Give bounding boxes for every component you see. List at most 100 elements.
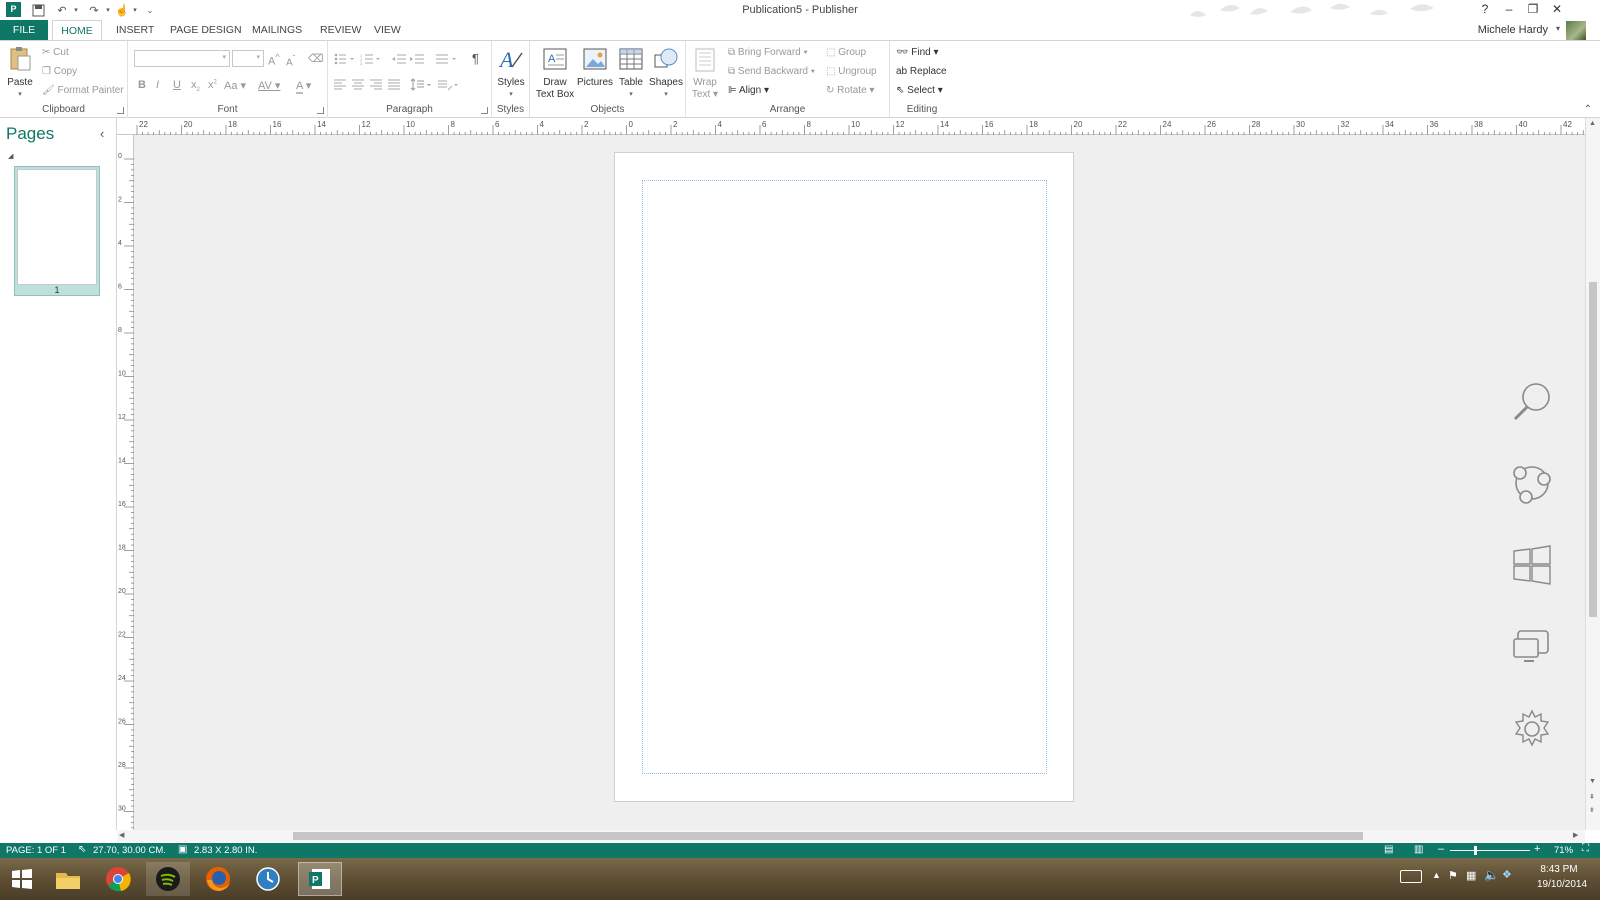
select-button[interactable]: ⇖ Select ▾: [896, 85, 943, 96]
clipboard-launcher-icon[interactable]: [117, 107, 124, 114]
tab-page-design[interactable]: PAGE DESIGN: [162, 20, 250, 41]
workspace[interactable]: [134, 135, 1585, 830]
align-left-icon[interactable]: [334, 79, 346, 90]
previous-page-icon[interactable]: ⇞: [1589, 793, 1595, 801]
vertical-scrollbar[interactable]: ▲ ▼ ⇞ ⇟: [1585, 118, 1600, 830]
section-expander-icon[interactable]: ◢: [8, 152, 13, 160]
zoom-level[interactable]: 71%: [1554, 845, 1573, 856]
bold-button[interactable]: B: [138, 79, 146, 91]
clock-date[interactable]: 19/10/2014: [1532, 879, 1592, 890]
increase-indent-icon[interactable]: [410, 53, 424, 65]
tab-insert[interactable]: INSERT: [108, 20, 162, 41]
find-button[interactable]: 👓 Find ▾: [896, 47, 939, 58]
publisher-icon[interactable]: P: [298, 862, 342, 896]
user-name[interactable]: Michele Hardy: [1478, 24, 1548, 36]
search-charm-icon[interactable]: [1510, 379, 1554, 423]
next-page-icon[interactable]: ⇟: [1589, 806, 1595, 814]
tab-review[interactable]: REVIEW: [312, 20, 369, 41]
time-machine-icon[interactable]: [246, 862, 290, 896]
settings-charm-icon[interactable]: [1510, 707, 1554, 751]
align-button[interactable]: ⊫ Align ▾: [728, 85, 769, 96]
change-case-button[interactable]: Aa ▾: [224, 79, 246, 92]
network-icon[interactable]: ▦: [1466, 869, 1476, 882]
action-center-flag-icon[interactable]: ⚑: [1448, 869, 1458, 882]
justify-icon[interactable]: [388, 79, 400, 90]
show-paragraph-marks-button[interactable]: ¶: [472, 51, 479, 66]
start-charm-icon[interactable]: [1510, 543, 1554, 587]
replace-button[interactable]: ab Replace: [896, 66, 947, 77]
document-page[interactable]: [614, 152, 1074, 802]
scroll-up-arrow-icon[interactable]: ▲: [1589, 120, 1596, 127]
show-hidden-icons-icon[interactable]: ▲: [1432, 870, 1441, 880]
touch-keyboard-icon[interactable]: [1400, 870, 1422, 883]
scroll-left-arrow-icon[interactable]: ◀: [119, 831, 124, 839]
cut-button[interactable]: ✂ Cut: [42, 47, 69, 58]
user-dropdown-icon[interactable]: ▾: [1556, 24, 1560, 33]
shrink-font-button[interactable]: Aˇ: [286, 53, 295, 68]
start-icon[interactable]: [0, 862, 44, 896]
vertical-scroll-thumb[interactable]: [1589, 282, 1597, 617]
close-button[interactable]: ✕: [1546, 2, 1568, 18]
zoom-slider-thumb[interactable]: [1474, 846, 1477, 855]
paste-button[interactable]: Paste ▾: [4, 45, 36, 101]
font-launcher-icon[interactable]: [317, 107, 324, 114]
horizontal-ruler[interactable]: 22 20 18 16 14 12 10 8 6 4 2 0 2 4 6 8 10 12 14 16 18 20 22 24 2…: [117, 118, 1600, 135]
spotify-icon[interactable]: [146, 862, 190, 896]
scroll-right-arrow-icon[interactable]: ▶: [1573, 831, 1578, 839]
subscript-button[interactable]: x2: [191, 79, 200, 93]
tab-home[interactable]: HOME: [52, 20, 102, 41]
pictures-button[interactable]: Pictures: [576, 45, 614, 89]
group-button[interactable]: ⬚ Group: [826, 47, 866, 58]
zoom-out-button[interactable]: –: [1438, 843, 1444, 855]
rotate-button[interactable]: ↻ Rotate ▾: [826, 85, 874, 96]
ungroup-button[interactable]: ⬚ Ungroup: [826, 66, 877, 77]
avatar[interactable]: [1566, 21, 1586, 40]
bring-forward-button[interactable]: ⧉ Bring Forward ▾: [728, 47, 808, 58]
underline-button[interactable]: U: [173, 79, 181, 91]
chrome-icon[interactable]: [96, 862, 140, 896]
firefox-icon[interactable]: [196, 862, 240, 896]
font-name-combo[interactable]: ▾: [134, 50, 230, 67]
grow-font-button[interactable]: A^: [268, 52, 280, 68]
tab-mailings[interactable]: MAILINGS: [244, 20, 310, 41]
paragraph-launcher-icon[interactable]: [481, 107, 488, 114]
font-color-button[interactable]: A ▾: [296, 79, 311, 94]
vertical-ruler[interactable]: 0 2 4 6 8 10 12 14 16 18 20 22 24 26 28 30: [117, 135, 134, 830]
horizontal-scrollbar[interactable]: ◀ ▶: [117, 830, 1585, 842]
styles-button[interactable]: A Styles ▾: [494, 45, 528, 101]
horizontal-scroll-thumb[interactable]: [293, 832, 1363, 840]
collapse-ribbon-icon[interactable]: ⌃: [1584, 104, 1592, 115]
numbering-icon[interactable]: 123: [360, 53, 382, 65]
restore-button[interactable]: ❐: [1522, 2, 1544, 18]
file-explorer-icon[interactable]: [46, 862, 90, 896]
clock-time[interactable]: 8:43 PM: [1532, 864, 1586, 875]
shapes-button[interactable]: Shapes ▾: [648, 45, 684, 101]
dropbox-icon[interactable]: ❖: [1502, 868, 1512, 881]
line-spacing-icon[interactable]: [410, 78, 432, 91]
help-button[interactable]: ?: [1474, 2, 1496, 18]
single-page-view-icon[interactable]: ▤: [1384, 844, 1393, 855]
scroll-down-arrow-icon[interactable]: ▼: [1589, 778, 1596, 785]
draw-text-box-button[interactable]: A Draw Text Box: [534, 45, 576, 101]
minimize-button[interactable]: –: [1498, 2, 1520, 18]
superscript-button[interactable]: x2: [208, 79, 217, 91]
zoom-in-button[interactable]: +: [1534, 843, 1540, 855]
wrap-text-button[interactable]: Wrap Text ▾: [690, 45, 720, 101]
paragraph-spacing-icon[interactable]: [438, 78, 460, 91]
table-button[interactable]: Table ▾: [616, 45, 646, 101]
tab-file[interactable]: FILE: [0, 20, 48, 41]
font-name-dropdown-icon[interactable]: ▾: [222, 53, 226, 61]
page-indicator[interactable]: PAGE: 1 OF 1: [6, 845, 66, 856]
format-painter-button[interactable]: 🖌 Format Painter: [42, 85, 124, 96]
bullets-icon[interactable]: [334, 53, 356, 65]
zoom-slider[interactable]: [1450, 850, 1530, 851]
font-size-combo[interactable]: ▾: [232, 50, 264, 67]
decrease-indent-icon[interactable]: [392, 53, 406, 65]
copy-button[interactable]: ❐ Copy: [42, 66, 77, 77]
page-thumbnail[interactable]: 1: [14, 166, 100, 296]
two-page-view-icon[interactable]: ▥: [1414, 844, 1423, 855]
tab-view[interactable]: VIEW: [366, 20, 409, 41]
italic-button[interactable]: I: [156, 79, 159, 91]
devices-charm-icon[interactable]: [1510, 625, 1554, 669]
align-center-icon[interactable]: [352, 79, 364, 90]
